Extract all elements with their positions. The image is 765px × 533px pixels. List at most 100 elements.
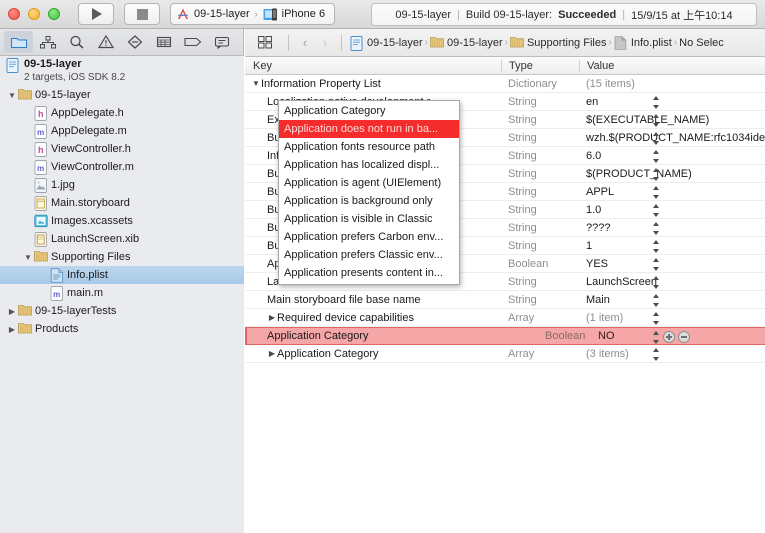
key-stepper[interactable] bbox=[652, 331, 659, 344]
plist-row-stepper[interactable] bbox=[652, 168, 659, 181]
navigator-item-supporting-files[interactable]: ▼ Supporting Files bbox=[0, 248, 244, 266]
breadcrumb-item-3[interactable]: Info.plist bbox=[614, 35, 672, 50]
plist-row-type[interactable]: String bbox=[501, 132, 579, 144]
dropdown-item[interactable]: Application prefers Carbon env... bbox=[279, 228, 459, 246]
plist-row-type[interactable]: String bbox=[501, 96, 579, 108]
plist-row-stepper[interactable] bbox=[652, 294, 659, 307]
plist-row-stepper[interactable] bbox=[652, 258, 659, 271]
plist-row-type[interactable]: String bbox=[501, 114, 579, 126]
plist-row-stepper[interactable] bbox=[652, 132, 659, 145]
navigator-item-viewcontroller-h[interactable]: h ViewController.h bbox=[0, 140, 244, 158]
disclosure-triangle-open-icon[interactable]: ▼ bbox=[22, 253, 34, 262]
project-navigator-tab[interactable] bbox=[4, 31, 33, 53]
plist-row-stepper[interactable] bbox=[652, 96, 659, 109]
dropdown-item[interactable]: Application is background only bbox=[279, 192, 459, 210]
plist-row-stepper[interactable] bbox=[652, 150, 659, 163]
navigator-item-09-15-layertests[interactable]: ▶ 09-15-layerTests bbox=[0, 302, 244, 320]
plist-row-value[interactable]: 6.0 bbox=[579, 150, 765, 162]
plist-row-stepper[interactable] bbox=[652, 204, 659, 217]
navigate-back-button[interactable]: ‹ bbox=[297, 35, 313, 50]
source-control-navigator-tab[interactable] bbox=[33, 31, 62, 53]
row-add-remove-controls[interactable] bbox=[663, 331, 690, 343]
run-button[interactable] bbox=[78, 3, 114, 25]
plist-row-type[interactable]: String bbox=[501, 276, 579, 288]
disclosure-triangle-open-icon[interactable]: ▼ bbox=[251, 79, 261, 88]
navigator-item-09-15-layer[interactable]: ▼ 09-15-layer bbox=[0, 86, 244, 104]
issue-navigator-tab[interactable] bbox=[91, 31, 120, 53]
editing-row-type[interactable]: Boolean bbox=[501, 330, 585, 342]
plist-row-type[interactable]: Array bbox=[501, 312, 579, 324]
breadcrumb-item-0[interactable]: 09-15-layer bbox=[350, 35, 423, 51]
plist-row-stepper[interactable] bbox=[652, 114, 659, 127]
disclosure-triangle-closed-icon[interactable]: ▶ bbox=[6, 307, 18, 316]
plist-row-value[interactable]: $(EXECUTABLE_NAME) bbox=[579, 114, 765, 126]
plist-row-value[interactable]: en bbox=[579, 96, 765, 108]
plist-row-type[interactable]: Dictionary bbox=[501, 78, 579, 90]
plist-row-value[interactable]: $(PRODUCT_NAME) bbox=[579, 168, 765, 180]
dropdown-item[interactable]: Application presents content in... bbox=[279, 264, 459, 282]
plist-row-stepper[interactable] bbox=[652, 240, 659, 253]
key-combo-dropdown[interactable]: Application Category Application does not… bbox=[278, 100, 460, 285]
plist-row-value[interactable]: 1 bbox=[579, 240, 765, 252]
column-header-value[interactable]: Value bbox=[579, 59, 765, 72]
disclosure-triangle-closed-icon[interactable]: ▶ bbox=[6, 325, 18, 334]
navigator-item-info-plist[interactable]: Info.plist bbox=[0, 266, 244, 284]
plist-row-value[interactable]: 1.0 bbox=[579, 204, 765, 216]
stop-button[interactable] bbox=[124, 3, 160, 25]
plist-row-type[interactable]: String bbox=[501, 240, 579, 252]
scheme-selector[interactable]: 09-15-layer › iPhone 6 bbox=[170, 3, 336, 25]
plist-row-after-editing[interactable]: ▶ Application Category Array (3 items) bbox=[245, 345, 765, 363]
project-navigator-list[interactable]: 09-15-layer 2 targets, iOS SDK 8.2 ▼ 09-1… bbox=[0, 56, 244, 533]
report-navigator-tab[interactable] bbox=[207, 31, 236, 53]
navigator-item-viewcontroller-m[interactable]: m ViewController.m bbox=[0, 158, 244, 176]
after-row-value[interactable]: (3 items) bbox=[579, 348, 765, 360]
plist-row-type[interactable]: String bbox=[501, 150, 579, 162]
breakpoint-navigator-tab[interactable] bbox=[178, 31, 207, 53]
column-header-key[interactable]: Key bbox=[245, 60, 501, 72]
plist-row-value[interactable]: YES bbox=[579, 258, 765, 270]
editing-row-key[interactable]: Application Category bbox=[245, 330, 501, 342]
dropdown-item[interactable]: Application is visible in Classic bbox=[279, 210, 459, 228]
close-window-button[interactable] bbox=[8, 8, 20, 20]
plist-table-body[interactable]: ▼ Information Property List Dictionary (15 … bbox=[245, 75, 765, 532]
plist-row-type[interactable]: String bbox=[501, 222, 579, 234]
dropdown-item[interactable]: Application does not run in ba... bbox=[279, 120, 459, 138]
plist-row-value[interactable]: LaunchScreen bbox=[579, 276, 765, 288]
navigator-item-launchscreen-xib[interactable]: LaunchScreen.xib bbox=[0, 230, 244, 248]
plist-row-type[interactable]: String bbox=[501, 204, 579, 216]
plist-row-stepper[interactable] bbox=[652, 276, 659, 289]
column-header-type[interactable]: Type bbox=[501, 59, 579, 72]
plist-row-key[interactable]: ▼ Information Property List bbox=[245, 78, 501, 90]
navigator-project-root[interactable]: 09-15-layer 2 targets, iOS SDK 8.2 bbox=[0, 56, 244, 86]
after-row-type[interactable]: Array bbox=[501, 348, 579, 360]
debug-navigator-tab[interactable] bbox=[149, 31, 178, 53]
plist-row[interactable]: ▼ Information Property List Dictionary (15 … bbox=[245, 75, 765, 93]
plist-row-editing[interactable]: Application Category Boolean NO bbox=[245, 327, 765, 345]
plist-row-key[interactable]: ▶ Required device capabilities bbox=[245, 312, 501, 324]
plist-row-type[interactable]: String bbox=[501, 294, 579, 306]
navigator-item-1-jpg[interactable]: 1.jpg bbox=[0, 176, 244, 194]
plist-row-key[interactable]: Main storyboard file base name bbox=[245, 294, 501, 306]
plist-row-value[interactable]: ???? bbox=[579, 222, 765, 234]
navigator-item-appdelegate-h[interactable]: h AppDelegate.h bbox=[0, 104, 244, 122]
disclosure-triangle-open-icon[interactable]: ▼ bbox=[6, 91, 18, 100]
navigator-item-main-storyboard[interactable]: Main.storyboard bbox=[0, 194, 244, 212]
after-row-stepper[interactable] bbox=[652, 348, 659, 361]
test-navigator-tab[interactable] bbox=[120, 31, 149, 53]
add-row-button[interactable] bbox=[663, 331, 675, 343]
plist-row-value[interactable]: APPL bbox=[579, 186, 765, 198]
dropdown-item[interactable]: Application Category bbox=[279, 102, 459, 120]
editor-layout-icon[interactable] bbox=[251, 32, 280, 54]
plist-row-value[interactable]: (1 item) bbox=[579, 312, 765, 324]
plist-row-type[interactable]: Boolean bbox=[501, 258, 579, 270]
minimize-window-button[interactable] bbox=[28, 8, 40, 20]
zoom-window-button[interactable] bbox=[48, 8, 60, 20]
dropdown-item[interactable]: Application fonts resource path bbox=[279, 138, 459, 156]
navigator-item-images-xcassets[interactable]: Images.xcassets bbox=[0, 212, 244, 230]
plist-row[interactable]: ▶ Required device capabilities Array (1 ite… bbox=[245, 309, 765, 327]
plist-row-stepper[interactable] bbox=[652, 222, 659, 235]
navigate-forward-button[interactable]: › bbox=[317, 35, 333, 50]
plist-row-type[interactable]: String bbox=[501, 186, 579, 198]
navigator-item-main-m[interactable]: m main.m bbox=[0, 284, 244, 302]
disclosure-triangle-closed-icon[interactable]: ▶ bbox=[267, 349, 277, 358]
